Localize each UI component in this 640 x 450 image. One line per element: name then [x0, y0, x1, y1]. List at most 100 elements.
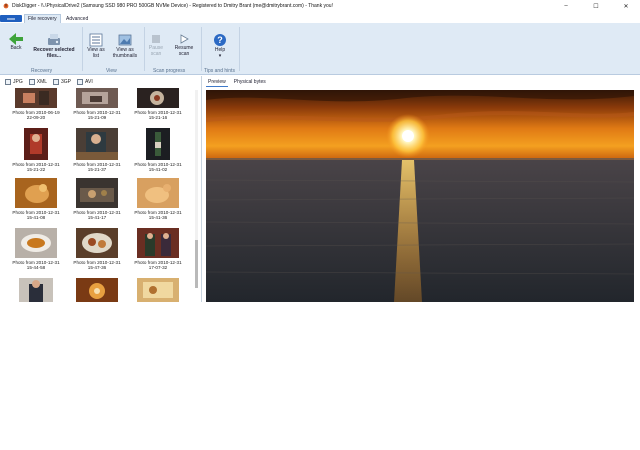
- file-menu-button[interactable]: [0, 15, 22, 22]
- group-label-scan-progress: Scan progress: [153, 68, 186, 74]
- thumbnail-image: [15, 88, 57, 108]
- view-thumbs-label: View as thumbnails: [112, 47, 138, 59]
- group-separator: [82, 27, 83, 71]
- thumbnail-image: [15, 228, 57, 258]
- back-label: Back: [10, 45, 22, 51]
- file-type-filter-bar: JPG XML 3GP AVI: [0, 76, 201, 88]
- thumbnail-image: [137, 228, 179, 258]
- thumbnail-caption: Photo from 2010-12-31 15-41-17: [73, 210, 121, 221]
- ribbon-tabs: File recovery Advanced: [0, 13, 640, 23]
- back-button[interactable]: Back: [7, 33, 25, 51]
- thumbnail-item[interactable]: Photo from 2010-12-31 15-41-02: [128, 128, 188, 173]
- thumbnail-item[interactable]: Photo from 2010-12-31 15-41-36: [128, 178, 188, 221]
- help-button[interactable]: ? Help ▾: [207, 33, 233, 59]
- group-separator: [144, 27, 145, 71]
- recover-selected-files-button[interactable]: Recover selected files...: [30, 33, 78, 59]
- play-icon: [180, 34, 189, 44]
- pause-icon: [152, 35, 160, 43]
- thumbnail-image: [76, 88, 118, 108]
- group-label-recovery: Recovery: [31, 68, 53, 74]
- thumbnail-item[interactable]: Photo from 2010-12-31 15-41-17: [67, 178, 127, 221]
- thumbnail-item[interactable]: [67, 278, 127, 302]
- thumbnail-caption: Photo from 2010-12-31 15-21-37: [73, 162, 121, 173]
- tab-advanced[interactable]: Advanced: [63, 14, 91, 23]
- filter-xml[interactable]: XML: [28, 79, 48, 85]
- thumbnail-item[interactable]: Photo from 2010-12-31 15-44-58: [6, 228, 66, 271]
- pause-scan-button[interactable]: Pause scan: [146, 33, 166, 57]
- filter-label: JPG: [13, 79, 23, 85]
- thumbnail-caption: Photo from 2010-06-19 22-09-20: [12, 110, 60, 121]
- thumbnail-image: [15, 178, 57, 208]
- thumbnail-item[interactable]: Photo from 2010-12-31 17-07-32: [128, 228, 188, 271]
- thumbnail-item[interactable]: Photo from 2010-12-31 15-21-16: [128, 88, 188, 121]
- ribbon: Back Recover selected files... View as l…: [0, 23, 640, 75]
- scrollbar-thumb[interactable]: [195, 240, 198, 288]
- svg-text:?: ?: [217, 35, 223, 45]
- thumbnail-image: [137, 88, 179, 108]
- thumbnail-caption: Photo from 2010-12-31 15-21-22: [12, 162, 60, 173]
- thumbnail-item[interactable]: Photo from 2010-12-31 15-21-22: [6, 128, 66, 173]
- thumbnail-image: [137, 178, 179, 208]
- list-view-icon: [89, 33, 103, 47]
- thumbnail-item[interactable]: Photo from 2010-12-31 15-41-08: [6, 178, 66, 221]
- thumbnail-caption: Photo from 2010-12-31 15-21-16: [134, 110, 182, 121]
- filter-jpg[interactable]: JPG: [5, 79, 23, 85]
- close-button[interactable]: ✕: [612, 0, 640, 12]
- tab-file-recovery[interactable]: File recovery: [24, 14, 61, 23]
- thumbnail-item[interactable]: Photo from 2010-12-31 15-21-37: [67, 128, 127, 173]
- thumbnail-image: [24, 128, 48, 160]
- thumbnail-item[interactable]: Photo from 2010-06-19 22-09-20: [6, 88, 66, 121]
- thumbnail-image: [137, 278, 179, 302]
- thumbnail-item[interactable]: Photo from 2010-12-31 15-47-36: [67, 228, 127, 271]
- help-dropdown-arrow: ▾: [218, 53, 222, 59]
- file-menu-icon: [7, 18, 15, 19]
- filter-label: XML: [36, 79, 48, 85]
- 3gp-file-icon: [53, 79, 60, 85]
- title-bar: DiskDigger - \\.\PhysicalDrive2 (Samsung…: [0, 0, 640, 12]
- group-label-view: View: [106, 68, 117, 74]
- maximize-button[interactable]: ☐: [582, 0, 610, 12]
- tab-physical-bytes[interactable]: Physical bytes: [232, 79, 268, 87]
- thumbnail-caption: Photo from 2010-12-31 15-41-08: [12, 210, 60, 221]
- thumbnail-item[interactable]: [6, 278, 66, 302]
- results-pane: JPG XML 3GP AVI Photo from 2010-06-19 22…: [0, 76, 202, 302]
- thumbnail-image: [19, 278, 53, 302]
- view-as-list-button[interactable]: View as list: [86, 33, 106, 59]
- thumbnail-caption: Photo from 2010-12-31 15-47-36: [73, 260, 121, 271]
- view-list-label: View as list: [87, 47, 105, 59]
- thumbnail-image: [76, 178, 118, 208]
- thumbnails-view-icon: [118, 34, 132, 46]
- help-icon: ?: [214, 34, 226, 46]
- jpg-file-icon: [5, 79, 11, 85]
- resume-scan-button[interactable]: Resume scan: [172, 33, 196, 57]
- preview-tabs: Preview Physical bytes: [206, 79, 268, 87]
- view-as-thumbnails-button[interactable]: View as thumbnails: [109, 33, 141, 59]
- thumbnail-grid: Photo from 2010-06-19 22-09-20 Photo fro…: [4, 88, 192, 302]
- recover-disk-icon: [48, 34, 60, 45]
- recover-label: Recover selected files...: [33, 47, 75, 59]
- thumbnail-caption: Photo from 2010-12-31 17-07-32: [134, 260, 182, 271]
- tab-preview[interactable]: Preview: [206, 79, 228, 87]
- window-title: DiskDigger - \\.\PhysicalDrive2 (Samsung…: [12, 3, 333, 9]
- thumbnail-caption: Photo from 2010-12-31 15-41-36: [134, 210, 182, 221]
- thumbnail-caption: Photo from 2010-12-31 15-44-58: [12, 260, 60, 271]
- thumbnail-image: [76, 278, 118, 302]
- diskdigger-logo-icon: [3, 3, 9, 9]
- thumbnail-item[interactable]: Photo from 2010-12-31 15-21-09: [67, 88, 127, 121]
- xml-file-icon: [28, 79, 35, 85]
- filter-avi[interactable]: AVI: [77, 79, 93, 85]
- preview-pane: Preview Physical bytes: [203, 76, 640, 302]
- thumbnail-image: [76, 128, 118, 160]
- back-arrow-icon: [9, 33, 23, 45]
- group-label-tips: Tips and hints: [204, 68, 235, 74]
- group-separator: [201, 27, 202, 71]
- preview-image: [206, 90, 634, 302]
- thumbnail-caption: Photo from 2010-12-31 15-21-09: [73, 110, 121, 121]
- thumbnail-item[interactable]: [128, 278, 188, 302]
- thumbnail-scrollbar[interactable]: [195, 90, 198, 288]
- thumbnail-caption: Photo from 2010-12-31 15-41-02: [134, 162, 182, 173]
- minimize-button[interactable]: –: [552, 0, 580, 12]
- thumbnail-image: [146, 128, 170, 160]
- thumbnail-image: [76, 228, 118, 258]
- filter-3gp[interactable]: 3GP: [53, 79, 71, 85]
